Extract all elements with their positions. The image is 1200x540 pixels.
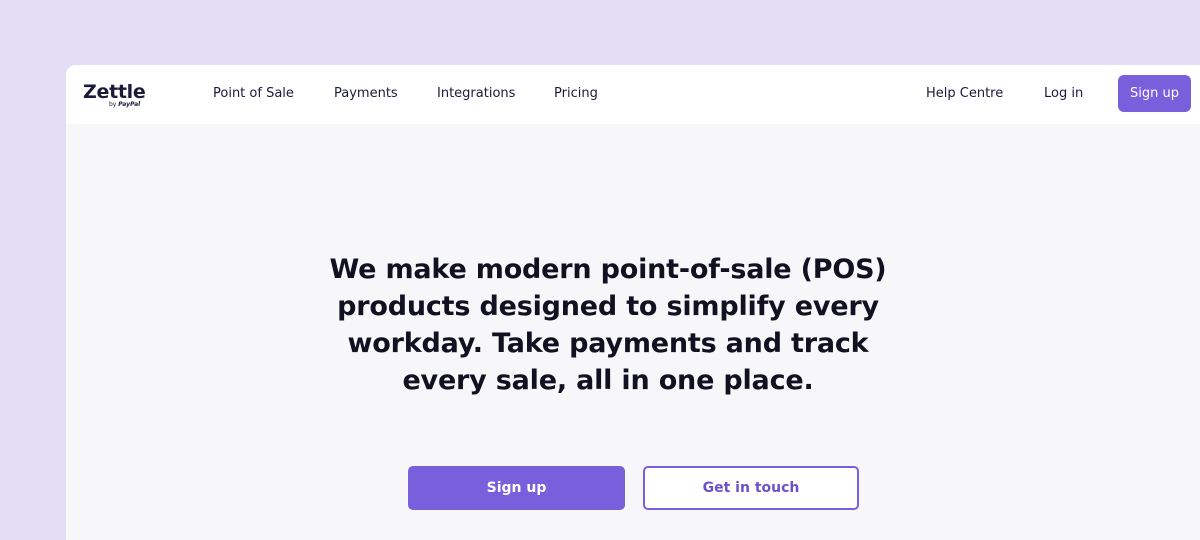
zettle-logo[interactable]: Zettle by PayPal: [83, 81, 146, 110]
top-navbar: Zettle by PayPal Point of Sale Payments …: [66, 65, 1200, 124]
nav-pricing[interactable]: Pricing: [554, 85, 598, 102]
nav-login[interactable]: Log in: [1044, 85, 1083, 102]
nav-signup-button[interactable]: Sign up: [1118, 75, 1191, 112]
nav-help-centre[interactable]: Help Centre: [926, 85, 1003, 102]
get-in-touch-button[interactable]: Get in touch: [643, 466, 859, 510]
browser-page: Zettle by PayPal Point of Sale Payments …: [66, 65, 1200, 540]
nav-payments[interactable]: Payments: [334, 85, 398, 102]
logo-byline: by PayPal: [109, 101, 141, 108]
nav-point-of-sale[interactable]: Point of Sale: [213, 85, 294, 102]
hero-headline: We make modern point-of-sale (POS) produ…: [329, 254, 887, 396]
hero-signup-button[interactable]: Sign up: [408, 466, 625, 510]
nav-integrations[interactable]: Integrations: [437, 85, 515, 102]
logo-wordmark: Zettle: [83, 81, 146, 103]
